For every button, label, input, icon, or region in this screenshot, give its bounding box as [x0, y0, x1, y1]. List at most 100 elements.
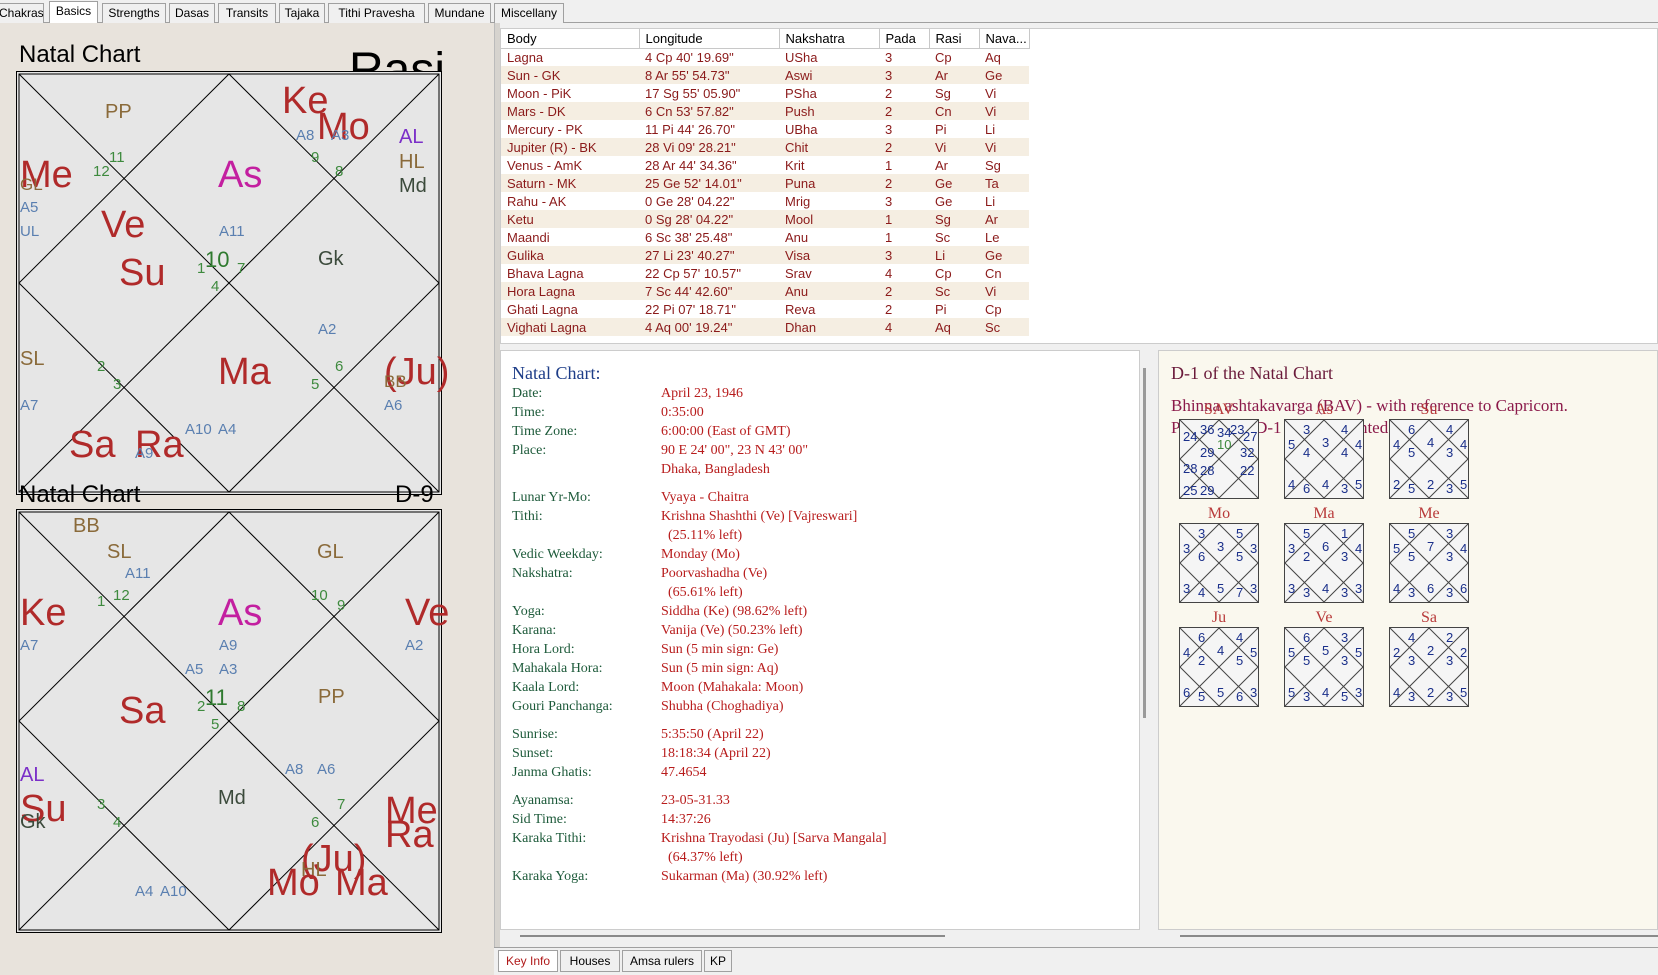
table-row[interactable]: Rahu - AK 0 Ge 28' 04.22" Mrig 3 Ge Li — [501, 192, 1029, 210]
tab-mundane[interactable]: Mundane — [428, 3, 491, 23]
cell-longitude: 28 Vi 09' 28.21" — [639, 138, 779, 156]
table-row[interactable]: Mercury - PK 11 Pi 44' 26.70" UBha 3 Pi Li — [501, 120, 1029, 138]
d9-house-10: 10 — [311, 587, 328, 604]
bav-value: 6 — [1198, 630, 1206, 645]
bav-value: 5 — [1288, 645, 1296, 660]
bav-value: 5 — [1217, 685, 1225, 700]
rasi-al: AL — [399, 126, 424, 148]
bav-value: 4 — [1446, 422, 1454, 437]
cell-nakshatra: Push — [779, 102, 879, 120]
col-pada[interactable]: Pada — [879, 29, 930, 49]
key-info-scrollbar[interactable] — [1143, 368, 1146, 718]
table-row[interactable]: Maandi 6 Sc 38' 25.48" Anu 1 Sc Le — [501, 228, 1029, 246]
tab-strengths[interactable]: Strengths — [102, 3, 166, 23]
tab-tajaka[interactable]: Tajaka — [279, 3, 325, 23]
table-row[interactable]: Venus - AmK 28 Ar 44' 34.36" Krit 1 Ar Sg — [501, 156, 1029, 174]
cell-nakshatra: Srav — [785, 265, 812, 281]
table-row[interactable]: Lagna 4 Cp 40' 19.69" USha 3 Cp Aq — [501, 48, 1029, 66]
bav-value: 4 — [1322, 581, 1330, 596]
col-body[interactable]: Body — [501, 29, 640, 49]
tab-kp[interactable]: KP — [704, 950, 732, 972]
key-info-label: Mahakala Hora: — [512, 661, 603, 676]
bav-chart[interactable]: 335446435444 — [1284, 419, 1364, 499]
col-nakshatra[interactable]: Nakshatra — [779, 29, 880, 49]
key-info-value: Sukarman (Ma) (30.92% left) — [661, 869, 828, 884]
key-info-hscrollbar[interactable] — [520, 935, 945, 937]
key-info-value: Moon (Mahakala: Moon) — [661, 680, 804, 695]
cell-longitude: 22 Pi 07' 18.71" — [645, 301, 736, 317]
d9-house-2: 2 — [197, 698, 206, 715]
table-row[interactable]: Moon - PiK 17 Sg 55' 05.90" PSha 2 Sg Vi — [501, 84, 1029, 102]
cell-pada: 3 — [885, 121, 893, 137]
bav-value: 3 — [1341, 585, 1349, 600]
navamsa-chart[interactable]: Natal Chart D-9 BB SL A11 GL Ke As Ve A7… — [0, 479, 494, 959]
cell-navamsa: Ar — [979, 210, 1029, 228]
col-navamsa[interactable]: Nava... — [979, 29, 1030, 49]
key-info-value: Krishna Trayodasi (Ju) [Sarva Mangala] — [661, 831, 887, 846]
tab-basics[interactable]: Basics — [49, 1, 98, 23]
d9-a2: A2 — [405, 637, 424, 654]
tab-key-info[interactable]: Key Info — [498, 950, 558, 972]
bav-chart-title: Su — [1420, 401, 1438, 418]
cell-rasi: Ar — [929, 66, 979, 84]
cell-body: Hora Lagna — [501, 282, 639, 300]
rasi-chart[interactable]: Natal Chart Rasi PP Ke Mo A8 A3 AL HL Md… — [0, 23, 494, 503]
rasi-ve: Ve — [101, 204, 146, 246]
table-row[interactable]: Saturn - MK 25 Ge 52' 14.01" Puna 2 Ge Ta — [501, 174, 1029, 192]
key-info-value: 47.4654 — [661, 765, 707, 780]
bav-chart[interactable]: 464525235344 — [1389, 419, 1469, 499]
bav-chart[interactable]: 565553453353 — [1284, 627, 1364, 707]
bav-chart[interactable]: 242343235322 — [1389, 627, 1469, 707]
table-row[interactable]: Mars - DK 6 Cn 53' 57.82" Push 2 Cn Vi — [501, 102, 1029, 120]
cell-rasi: Sg — [929, 210, 979, 228]
tab-transits[interactable]: Transits — [218, 3, 276, 23]
table-row[interactable]: Ketu 0 Sg 28' 04.22" Mool 1 Sg Ar — [501, 210, 1029, 228]
bav-value: 5 — [1460, 477, 1468, 492]
rasi-house-5: 5 — [311, 376, 320, 393]
bav-chart[interactable]: 755543636343 — [1389, 523, 1469, 603]
table-row[interactable]: Sun - GK 8 Ar 55' 54.73" Aswi 3 Ar Ge — [501, 66, 1029, 84]
key-info-value: 23-05-31.33 — [661, 793, 730, 808]
cell-nakshatra: Puna — [779, 174, 879, 192]
tab-chakras[interactable]: Chakras — [0, 3, 44, 23]
cell-rasi: Sc — [929, 282, 979, 300]
bav-value: 3 — [1341, 549, 1349, 564]
bav-hscrollbar[interactable] — [1180, 935, 1658, 937]
cell-body: Jupiter (R) - BK — [501, 138, 639, 156]
bav-value: 3 — [1303, 422, 1311, 437]
col-longitude[interactable]: Longitude — [639, 29, 780, 49]
cell-body: Ghati Lagna — [507, 301, 578, 317]
table-row[interactable]: Bhava Lagna 22 Cp 57' 10.57" Srav 4 Cp Cn — [501, 264, 1029, 282]
col-rasi[interactable]: Rasi — [929, 29, 980, 49]
cell-longitude: 25 Ge 52' 14.01" — [639, 174, 779, 192]
bav-value: 3 — [1322, 435, 1330, 450]
bav-value: 4 — [1217, 643, 1225, 658]
bav-chart[interactable]: 10 34 36 24 29 28 28 25 29 22 32 27 23 — [1179, 419, 1259, 499]
key-info-value: Vanija (Ve) (50.23% left) — [661, 623, 803, 638]
tab-dasas[interactable]: Dasas — [169, 3, 215, 23]
bav-chart[interactable]: 653233433341 — [1284, 523, 1364, 603]
cell-body: Mars - DK — [501, 102, 639, 120]
bav-value: 24 — [1183, 429, 1198, 444]
table-row[interactable]: Ghati Lagna 22 Pi 07' 18.71" Reva 2 Pi Cp — [501, 300, 1029, 318]
tab-tithi-pravesha[interactable]: Tithi Pravesha — [328, 3, 425, 23]
cell-navamsa: Aq — [985, 49, 1001, 65]
table-row[interactable]: Vighati Lagna 4 Aq 00' 19.24" Dhan 4 Aq Sc — [501, 318, 1029, 336]
rasi-house-12: 12 — [93, 163, 110, 180]
bav-value: 4 — [1341, 422, 1349, 437]
bav-value: 7 — [1236, 585, 1244, 600]
tab-houses[interactable]: Houses — [560, 950, 620, 972]
table-row[interactable]: Hora Lagna 7 Sc 44' 42.60" Anu 2 Sc Vi — [501, 282, 1029, 300]
bav-value: 6 — [1460, 581, 1468, 596]
rasi-a3: A3 — [331, 127, 350, 144]
cell-pada: 4 — [885, 265, 893, 281]
table-row[interactable]: Gulika 27 Li 23' 40.27" Visa 3 Li Ge — [501, 246, 1029, 264]
d9-pp: PP — [318, 686, 345, 708]
bav-chart[interactable]: 464265563554 — [1179, 627, 1259, 707]
tab-miscellany[interactable]: Miscellany — [494, 3, 564, 23]
bav-chart[interactable]: 333634573535 — [1179, 523, 1259, 603]
key-info-label: Vedic Weekday: — [512, 547, 603, 562]
tab-amsa-rulers[interactable]: Amsa rulers — [622, 950, 702, 972]
table-row[interactable]: Jupiter (R) - BK 28 Vi 09' 28.21" Chit 2 Vi V… — [501, 138, 1029, 156]
bav-value: 6 — [1408, 422, 1416, 437]
